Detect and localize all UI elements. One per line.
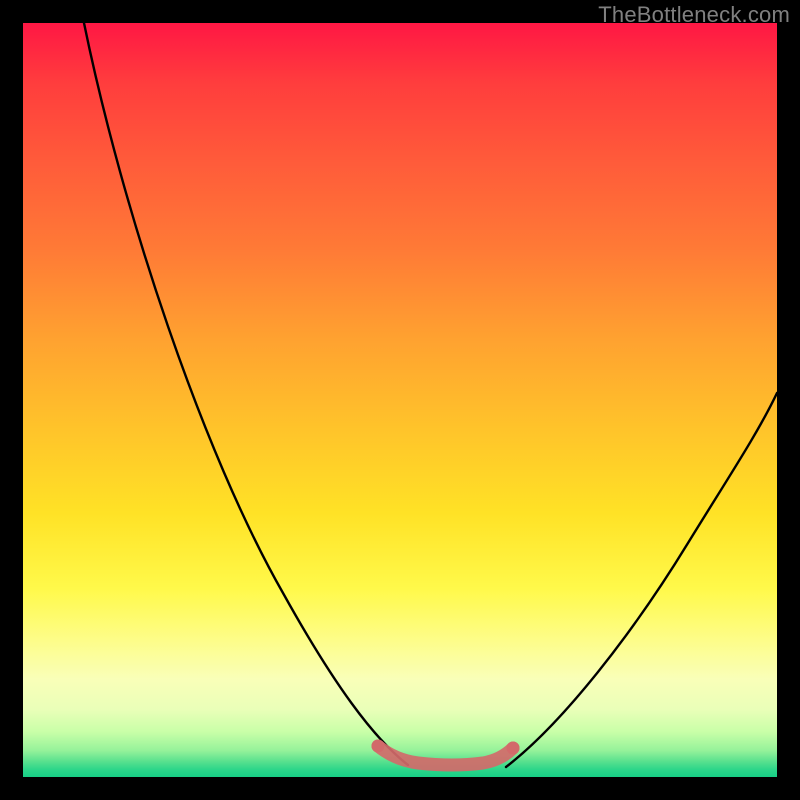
watermark-text: TheBottleneck.com [598,2,790,28]
valley-endpoint-left-icon [372,740,385,753]
valley-band [378,746,513,765]
plot-area [23,23,777,777]
chart-frame: TheBottleneck.com [0,0,800,800]
curve-layer [23,23,777,777]
valley-endpoint-right-icon [507,742,520,755]
left-curve [84,23,408,765]
right-curve [506,393,777,767]
